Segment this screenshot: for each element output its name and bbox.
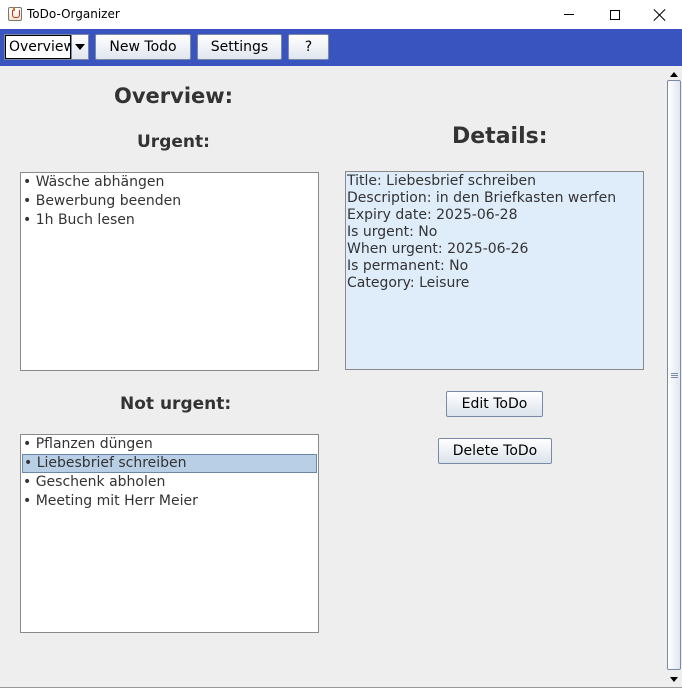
- maximize-button[interactable]: [592, 0, 638, 29]
- scrollbar-thumb[interactable]: [667, 80, 681, 670]
- list-item[interactable]: • Geschenk abholen: [21, 473, 318, 492]
- window-bottom-edge: [0, 687, 682, 691]
- edit-todo-button[interactable]: Edit ToDo: [446, 391, 543, 417]
- urgent-list[interactable]: • Wäsche abhängen • Bewerbung beenden • …: [20, 172, 319, 371]
- view-select-value: Overview: [5, 35, 75, 59]
- list-item[interactable]: • Meeting mit Herr Meier: [21, 492, 318, 511]
- urgent-heading: Urgent:: [137, 132, 210, 152]
- minimize-icon: [564, 14, 574, 15]
- view-select[interactable]: Overview: [4, 34, 89, 60]
- help-button[interactable]: ?: [288, 34, 329, 60]
- details-panel: Title: Liebesbrief schreiben Description…: [345, 171, 644, 370]
- detail-when-urgent: When urgent: 2025-06-26: [347, 241, 529, 257]
- chevron-down-icon: [670, 676, 678, 682]
- window-title: ToDo-Organizer: [27, 7, 120, 21]
- detail-is-permanent: Is permanent: No: [347, 258, 469, 274]
- overview-heading: Overview:: [114, 84, 234, 108]
- vertical-scrollbar[interactable]: [666, 66, 682, 689]
- maximize-icon: [610, 9, 620, 20]
- delete-todo-button[interactable]: Delete ToDo: [438, 438, 552, 464]
- scroll-up-button[interactable]: [669, 69, 679, 79]
- close-icon: [654, 9, 666, 21]
- new-todo-button[interactable]: New Todo: [95, 34, 191, 60]
- detail-title: Title: Liebesbrief schreiben: [347, 173, 536, 189]
- list-item[interactable]: • Wäsche abhängen: [21, 173, 318, 192]
- details-heading: Details:: [452, 124, 548, 149]
- minimize-button[interactable]: [546, 0, 592, 29]
- detail-category: Category: Leisure: [347, 275, 470, 291]
- window-titlebar: ToDo-Organizer: [0, 0, 682, 29]
- chevron-up-icon: [670, 71, 678, 77]
- not-urgent-heading: Not urgent:: [120, 394, 232, 414]
- list-item[interactable]: • Pflanzen düngen: [21, 435, 318, 454]
- close-button[interactable]: [637, 0, 682, 29]
- list-item-selected[interactable]: • Liebesbrief schreiben: [22, 454, 317, 473]
- chevron-down-icon: [75, 44, 85, 50]
- java-cup-icon: [8, 7, 22, 21]
- detail-expiry-date: Expiry date: 2025-06-28: [347, 207, 518, 223]
- view-select-dropdown-button[interactable]: [71, 35, 88, 59]
- not-urgent-list[interactable]: • Pflanzen düngen • Liebesbrief schreibe…: [20, 434, 319, 633]
- detail-description: Description: in den Briefkasten werfen: [347, 190, 617, 206]
- toolbar: Overview New Todo Settings ?: [0, 29, 682, 66]
- list-item[interactable]: • Bewerbung beenden: [21, 192, 318, 211]
- scroll-down-button[interactable]: [669, 674, 679, 684]
- main-panel: Overview: Urgent: Details: Not urgent: •…: [0, 66, 666, 689]
- settings-button[interactable]: Settings: [197, 34, 282, 60]
- list-item[interactable]: • 1h Buch lesen: [21, 211, 318, 230]
- detail-is-urgent: Is urgent: No: [347, 224, 438, 240]
- grip-icon: [670, 372, 678, 378]
